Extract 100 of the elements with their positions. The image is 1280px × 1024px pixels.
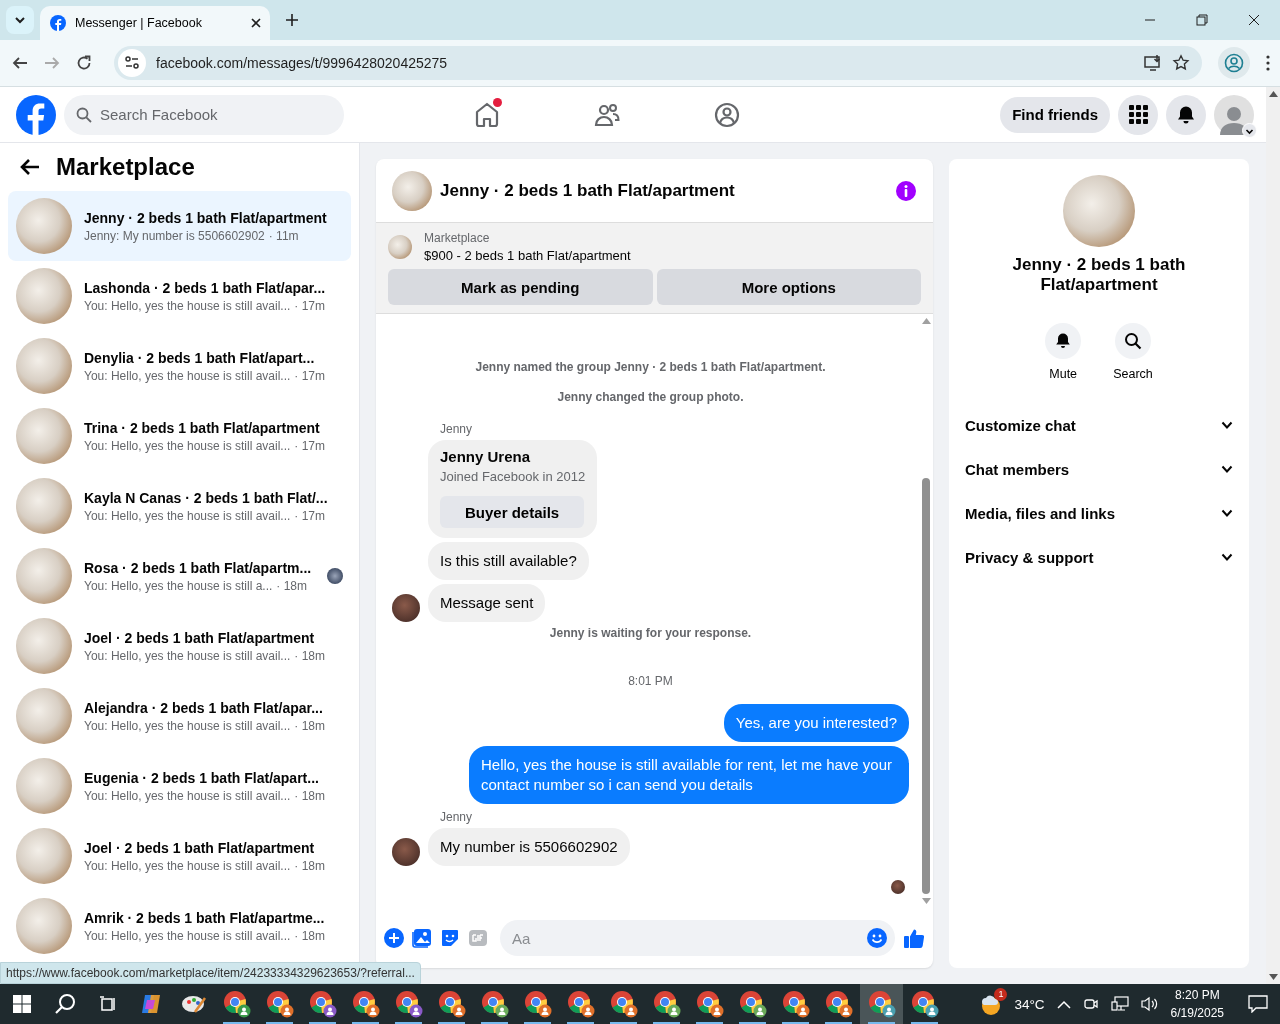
notifications-button[interactable] [1166, 94, 1206, 135]
listing-button[interactable]: More options [656, 269, 921, 305]
clock-date: 6/19/2025 [1170, 1005, 1224, 1022]
message-time: · 17m [294, 368, 326, 383]
profile-icon[interactable] [1224, 53, 1244, 73]
message-time: · 18m [294, 718, 326, 733]
group-icon[interactable] [713, 100, 741, 129]
chrome-icon [222, 990, 251, 1018]
speaker-icon[interactable] [1140, 996, 1159, 1012]
chrome-icon [523, 990, 552, 1018]
network-icon[interactable] [1110, 996, 1129, 1012]
section-header[interactable]: Customize chat [965, 403, 1233, 447]
listing-photo [16, 338, 72, 394]
section-header[interactable]: Privacy & support [965, 535, 1233, 579]
conversation-item[interactable]: Jenny · 2 beds 1 bath Flat/apartment Jenny: My number is 5506602902 · 11m [8, 191, 351, 261]
browser-tab[interactable]: Messenger | Facebook [40, 6, 270, 40]
message-bubble: Hello, yes the house is still available for rent, let me have your contact number so i can send you details [469, 745, 909, 804]
message-time: · 18m [276, 578, 307, 593]
conversation-item[interactable]: Joel · 2 beds 1 bath Flat/apartment You: Hello, yes the house is still avail... · 18m [8, 611, 351, 681]
image-icon[interactable] [412, 928, 432, 948]
section-header[interactable]: Media, files and links [965, 491, 1233, 535]
menu-button[interactable] [1118, 94, 1158, 135]
message-preview: You: Hello, yes the house is still avail... [84, 788, 291, 803]
menu-icon[interactable] [1266, 55, 1270, 71]
conversation-item[interactable]: Eugenia · 2 beds 1 bath Flat/apart... You: Hello, yes the house is still avail... · 18m [8, 751, 351, 821]
message-preview: You: Hello, yes the house is still a... [84, 578, 273, 593]
camera-icon[interactable] [1082, 996, 1099, 1012]
conversation-name: Lashonda · 2 beds 1 bath Flat/apar... [84, 279, 327, 296]
back-arrow-icon[interactable] [20, 158, 40, 176]
bell-icon [1176, 104, 1196, 125]
buyer-details-button[interactable]: Buyer details [440, 496, 585, 528]
conversation-name: Jenny · 2 beds 1 bath Flat/apartment [1011, 255, 1187, 295]
conversation-item[interactable]: Rosa · 2 beds 1 bath Flat/apartm... You: Hello, yes the house is still a... · 18m [8, 541, 351, 611]
find-friends-button[interactable]: Find friends [1000, 96, 1110, 133]
url-text: facebook.com/messages/t/9996428020425275 [156, 55, 449, 71]
star-icon[interactable] [1172, 54, 1190, 72]
listing-title: $900 - 2 beds 1 bath Flat/apartment [424, 248, 631, 263]
scroll-up-icon[interactable] [1268, 91, 1278, 97]
close-icon[interactable] [1248, 14, 1260, 26]
emoji-icon[interactable] [867, 928, 887, 948]
notification-center-icon[interactable] [1248, 995, 1268, 1013]
section-header[interactable]: Chat members [965, 447, 1233, 491]
conversation-item[interactable]: Alejandra · 2 beds 1 bath Flat/apar... You: Hello, yes the house is still avail... · 18m [8, 681, 351, 751]
message-preview: You: Hello, yes the house is still avail... [84, 508, 291, 523]
conversation-item[interactable]: Amrik · 2 beds 1 bath Flat/apartme... You: Hello, yes the house is still avail... · 18m [8, 891, 351, 961]
listing-photo [16, 478, 72, 534]
task-view-icon [97, 995, 118, 1013]
sticker-icon[interactable] [440, 928, 460, 948]
address-bar[interactable]: facebook.com/messages/t/9996428020425275 [114, 46, 1202, 80]
conversation-item[interactable]: Lashonda · 2 beds 1 bath Flat/apar... You: Hello, yes the house is still avail... · 17m [8, 261, 351, 331]
message-input[interactable]: Aa [500, 920, 895, 956]
conversation-name: Amrik · 2 beds 1 bath Flat/apartme... [84, 909, 326, 926]
conversation-item[interactable]: Denylia · 2 beds 1 bath Flat/apart... You: Hello, yes the house is still avail... · 17m [8, 331, 351, 401]
chrome-icon [480, 990, 509, 1018]
plus-icon[interactable] [285, 13, 299, 27]
listing-photo [16, 198, 72, 254]
chevron-up-icon[interactable] [1056, 999, 1071, 1009]
card-name: Jenny Urena [440, 448, 531, 465]
facebook-logo-icon[interactable] [16, 94, 56, 135]
message-preview: You: Hello, yes the house is still avail... [84, 438, 291, 453]
message-preview: You: Hello, yes the house is still avail... [84, 928, 291, 943]
conversation-name: Alejandra · 2 beds 1 bath Flat/apar... [84, 699, 324, 716]
taskbar-app[interactable] [860, 984, 903, 1024]
tab-search-button[interactable] [6, 6, 34, 34]
account-avatar[interactable] [1214, 94, 1254, 135]
chrome-icon [308, 990, 337, 1018]
search-field[interactable]: Search Facebook [64, 94, 344, 135]
reload-icon[interactable] [76, 55, 92, 71]
conversation-name: Trina · 2 beds 1 bath Flat/apartment [84, 419, 321, 436]
message-bubble: Yes, are you interested? [723, 703, 909, 742]
listing-button[interactable]: Mark as pending [388, 269, 653, 305]
conversation-item[interactable]: Joel · 2 beds 1 bath Flat/apartment You: Hello, yes the house is still avail... · 18m [8, 821, 351, 891]
scrollbar-thumb[interactable] [922, 478, 930, 894]
listing-photo [16, 408, 72, 464]
message-bubble: Message sent [428, 583, 546, 622]
restore-icon[interactable] [1196, 14, 1208, 26]
listing-photo [16, 618, 72, 674]
chrome-icon [824, 990, 853, 1018]
message-time: · 17m [294, 508, 326, 523]
home-icon[interactable] [473, 100, 501, 129]
listing-photo [388, 235, 412, 259]
info-icon[interactable] [895, 179, 917, 202]
back-icon[interactable] [12, 55, 28, 71]
card-subtitle: Joined Facebook in 2012 [440, 469, 586, 484]
close-icon[interactable] [250, 17, 262, 29]
scroll-down-icon[interactable] [1268, 974, 1278, 980]
search-icon [53, 993, 76, 1015]
message-preview: You: Hello, yes the house is still avail... [84, 368, 291, 383]
listing-photo [16, 898, 72, 954]
message-preview: You: Hello, yes the house is still avail... [84, 718, 291, 733]
chrome-icon [867, 990, 896, 1018]
conversation-item[interactable]: Trina · 2 beds 1 bath Flat/apartment You: Hello, yes the house is still avail... · 17m [8, 401, 351, 471]
search-icon [1124, 332, 1142, 350]
thumbs-up-icon[interactable] [903, 927, 925, 949]
conversation-item[interactable]: Kayla N Canas · 2 beds 1 bath Flat/... You: Hello, yes the house is still avail... · 17m [8, 471, 351, 541]
install-app-icon[interactable] [1144, 54, 1162, 72]
conversation-name: Joel · 2 beds 1 bath Flat/apartment [84, 839, 316, 856]
plus-circle-icon[interactable] [384, 928, 404, 948]
message-preview: You: Hello, yes the house is still avail... [84, 648, 291, 663]
site-settings-icon[interactable] [124, 55, 140, 71]
